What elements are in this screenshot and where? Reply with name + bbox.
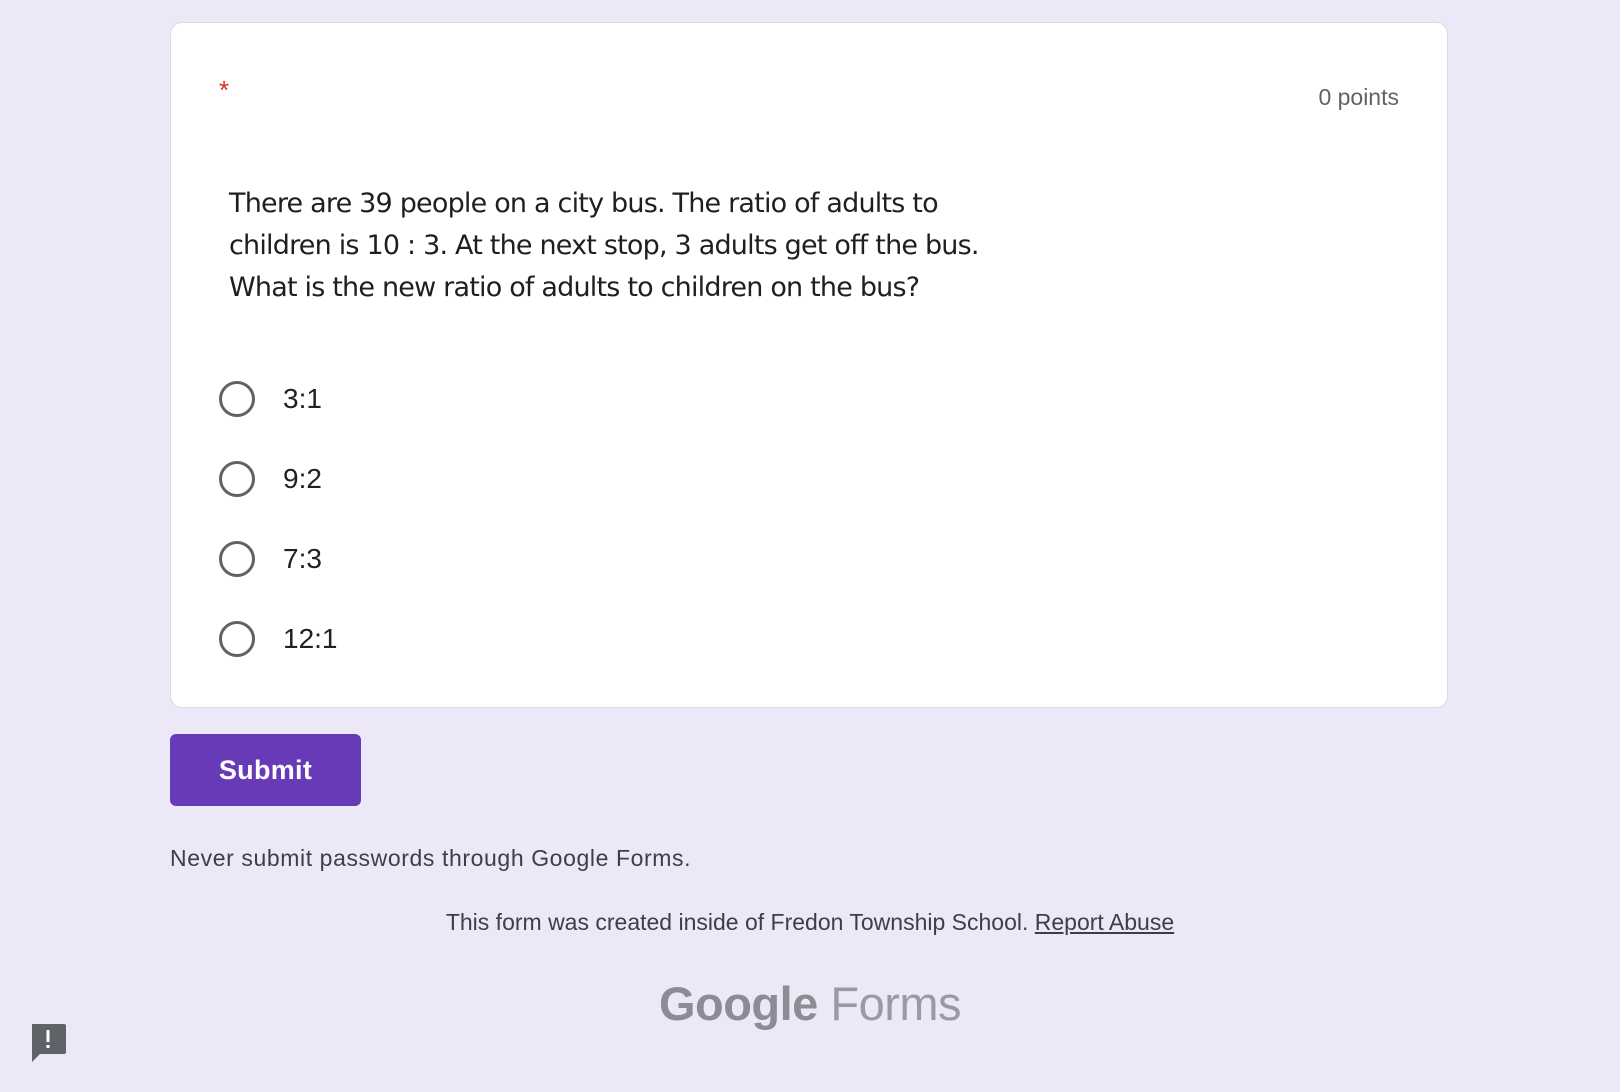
option-12-1[interactable]: 12:1 [219, 599, 338, 679]
submit-button[interactable]: Submit [170, 734, 361, 806]
points-label: 0 points [1318, 84, 1399, 110]
question-text-line: children is 10 : 3. At the next stop, 3 … [229, 230, 979, 261]
answer-options: 3:1 9:2 7:3 12:1 [219, 359, 338, 679]
created-inside-text: This form was created inside of Fredon T… [445, 909, 1029, 935]
question-card: * 0 points There are 39 people on a city… [170, 22, 1448, 708]
question-text-line: What is the new ratio of adults to child… [229, 272, 920, 303]
option-label: 7:3 [283, 543, 322, 574]
required-asterisk: * [219, 75, 230, 105]
report-feedback-icon[interactable] [28, 1022, 68, 1064]
option-label: 9:2 [283, 463, 322, 494]
password-warning: Never submit passwords through Google Fo… [170, 845, 692, 871]
logo-forms-text: Forms [830, 977, 962, 1030]
question-image: There are 39 people on a city bus. The r… [229, 183, 1029, 309]
report-abuse-link[interactable]: Report Abuse [1035, 909, 1174, 935]
option-9-2[interactable]: 9:2 [219, 439, 338, 519]
option-label: 12:1 [283, 623, 338, 654]
option-3-1[interactable]: 3:1 [219, 359, 338, 439]
radio-button[interactable] [219, 381, 255, 417]
footer-note: This form was created inside of Fredon T… [0, 908, 1620, 936]
radio-button[interactable] [219, 621, 255, 657]
google-forms-logo: Google Forms [0, 976, 1620, 1032]
option-label: 3:1 [283, 383, 322, 414]
question-text-line: There are 39 people on a city bus. The r… [229, 188, 939, 219]
radio-button[interactable] [219, 461, 255, 497]
option-7-3[interactable]: 7:3 [219, 519, 338, 599]
logo-google-text: Google [658, 977, 818, 1030]
radio-button[interactable] [219, 541, 255, 577]
